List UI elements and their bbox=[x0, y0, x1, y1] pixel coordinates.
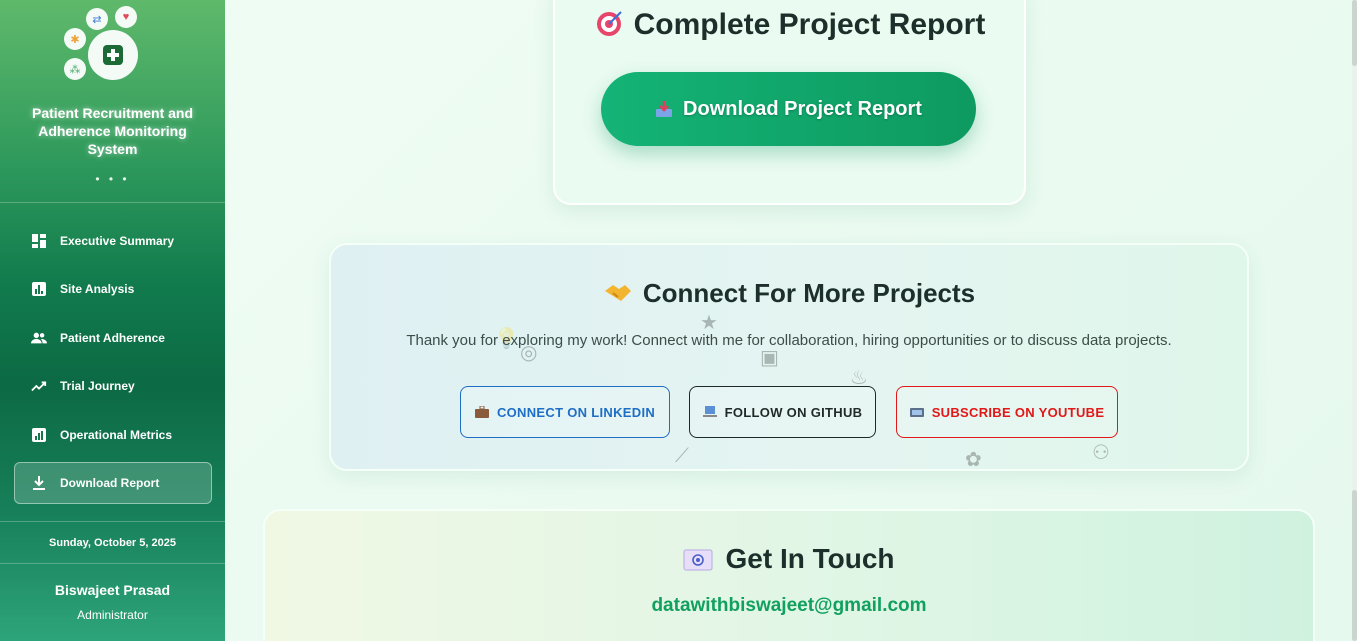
app-title: Patient Recruitment and Adherence Monito… bbox=[31, 105, 194, 157]
report-title-text: Complete Project Report bbox=[633, 8, 986, 41]
nav-item-site-analysis[interactable]: Site Analysis bbox=[14, 268, 212, 310]
contact-email-link[interactable]: datawithbiswajeet@gmail.com bbox=[263, 595, 1315, 617]
current-date: Sunday, October 5, 2025 bbox=[0, 521, 225, 564]
report-title: Complete Project Report bbox=[553, 8, 1026, 42]
scrollbar-track-segment bbox=[1352, 490, 1357, 641]
nav-item-patient-adherence[interactable]: Patient Adherence bbox=[14, 317, 212, 359]
analytics-icon bbox=[31, 427, 47, 443]
chart-icon-faint: ⟋ bbox=[675, 445, 689, 467]
youtube-button[interactable]: SUBSCRIBE ON YOUTUBE bbox=[896, 386, 1118, 438]
connect-title: Connect For More Projects bbox=[329, 278, 1249, 309]
nav-label: Trial Journey bbox=[60, 379, 135, 394]
sync-icon: ⇄ bbox=[86, 8, 108, 30]
github-button[interactable]: FOLLOW ON GITHUB bbox=[689, 386, 876, 438]
people-icon-faint: ⚇ bbox=[1092, 442, 1110, 464]
people-icon bbox=[31, 330, 47, 346]
download-report-label: Download Project Report bbox=[683, 97, 922, 120]
asterisk-icon: ✱ bbox=[64, 28, 86, 50]
bar-chart-icon bbox=[31, 281, 47, 297]
download-icon bbox=[31, 475, 47, 491]
connect-description: Thank you for exploring my work! Connect… bbox=[406, 332, 1172, 349]
linkedin-button[interactable]: CONNECT ON LINKEDIN bbox=[460, 386, 670, 438]
nav-item-operational-metrics[interactable]: Operational Metrics bbox=[14, 414, 212, 456]
laptop-icon bbox=[702, 406, 717, 418]
github-label: FOLLOW ON GITHUB bbox=[724, 404, 863, 420]
trending-up-icon bbox=[31, 378, 47, 394]
nav-label: Site Analysis bbox=[60, 282, 135, 297]
target-icon bbox=[594, 8, 624, 38]
nav-label: Executive Summary bbox=[60, 234, 175, 248]
sidebar: ⇄ ♥ ✱ ⁂ Patient Recruitment and Adherenc… bbox=[0, 0, 225, 641]
contact-title: Get In Touch bbox=[263, 543, 1315, 575]
tv-icon bbox=[909, 406, 924, 418]
palette-icon: ✿ bbox=[965, 449, 982, 471]
dashboard-icon bbox=[31, 233, 47, 249]
inbox-tray-icon bbox=[655, 100, 673, 118]
nav-item-download-report[interactable]: Download Report bbox=[14, 461, 212, 504]
youtube-label: SUBSCRIBE ON YOUTUBE bbox=[931, 404, 1105, 420]
briefcase-icon bbox=[474, 405, 489, 418]
contact-card bbox=[263, 509, 1315, 641]
more-dots-icon: • • • bbox=[95, 172, 130, 186]
user-role: Administrator bbox=[77, 608, 148, 622]
connect-title-text: Connect For More Projects bbox=[642, 278, 976, 308]
contact-title-text: Get In Touch bbox=[725, 543, 895, 574]
logo-area: ⇄ ♥ ✱ ⁂ Patient Recruitment and Adherenc… bbox=[0, 0, 225, 203]
linkedin-label: CONNECT ON LINKEDIN bbox=[496, 404, 656, 420]
footprints-icon: ⁂ bbox=[64, 58, 86, 80]
medical-cross-icon bbox=[88, 30, 138, 80]
user-name: Biswajeet Prasad bbox=[54, 582, 171, 598]
nav-label: Download Report bbox=[60, 475, 160, 490]
nav-item-trial-journey[interactable]: Trial Journey bbox=[14, 365, 212, 407]
nav-item-executive-summary[interactable]: Executive Summary bbox=[14, 220, 212, 262]
scrollbar[interactable] bbox=[1352, 0, 1357, 641]
nav-label: Patient Adherence bbox=[60, 330, 165, 345]
sidebar-nav: Executive Summary Site Analysis Patient … bbox=[14, 220, 212, 510]
download-report-button[interactable]: Download Project Report bbox=[601, 72, 976, 146]
nav-label: Operational Metrics bbox=[60, 427, 173, 442]
scrollbar-thumb[interactable] bbox=[1352, 0, 1357, 66]
email-icon bbox=[683, 546, 713, 571]
heart-icon: ♥ bbox=[115, 6, 137, 28]
handshake-icon bbox=[603, 281, 633, 305]
